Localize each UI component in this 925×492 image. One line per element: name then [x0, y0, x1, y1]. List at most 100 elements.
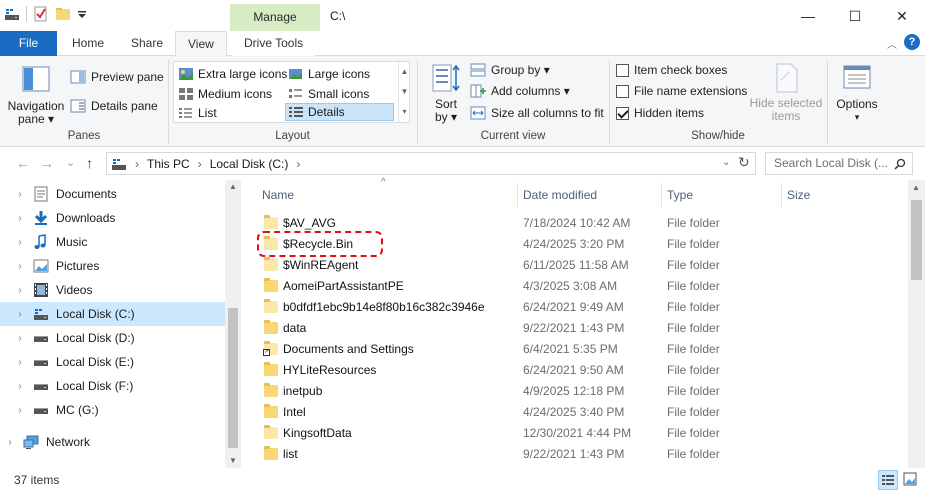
- properties-icon[interactable]: [33, 6, 49, 22]
- address-bar[interactable]: › This PC › Local Disk (C:) ›: [106, 152, 756, 175]
- minimize-ribbon-chevron-icon[interactable]: ︿: [887, 36, 897, 51]
- layout-list[interactable]: List: [178, 104, 217, 122]
- tab-share[interactable]: Share: [119, 31, 175, 56]
- scrollbar-thumb[interactable]: [228, 308, 238, 448]
- nav-item-videos[interactable]: › Videos: [0, 278, 225, 302]
- nav-item-local-disk-e[interactable]: › Local Disk (E:): [0, 350, 225, 374]
- nav-item-local-disk-f[interactable]: › Local Disk (F:): [0, 374, 225, 398]
- search-box[interactable]: Search Local Disk (...: [765, 152, 913, 175]
- preview-pane-icon: [70, 70, 86, 84]
- up-button[interactable]: ↑: [86, 155, 93, 171]
- table-row[interactable]: inetpub 4/9/2025 12:18 PM File folder: [258, 381, 908, 402]
- help-icon[interactable]: ?: [904, 34, 920, 50]
- column-header-type[interactable]: Type: [667, 188, 693, 202]
- expand-chevron-icon[interactable]: ›: [10, 333, 30, 344]
- close-button[interactable]: ✕: [879, 0, 925, 32]
- tab-home[interactable]: Home: [60, 31, 116, 56]
- expand-chevron-icon[interactable]: ›: [10, 237, 30, 248]
- large-icons-view-button[interactable]: [901, 470, 921, 490]
- table-row[interactable]: list 9/22/2021 1:43 PM File folder: [258, 444, 908, 465]
- search-placeholder: Search Local Disk (...: [774, 156, 889, 170]
- file-type: File folder: [667, 384, 720, 398]
- hide-selected-items-button[interactable]: Hide selected items: [748, 62, 824, 123]
- layout-extra-large-icons[interactable]: Extra large icons: [178, 65, 287, 83]
- address-dropdown-icon[interactable]: ⌄: [722, 157, 730, 168]
- hidden-items-toggle[interactable]: Hidden items: [616, 106, 704, 120]
- nav-item-network[interactable]: › Network: [0, 430, 225, 454]
- customize-toolbar-chevron-icon[interactable]: [77, 6, 93, 22]
- size-all-columns-button[interactable]: Size all columns to fit: [470, 106, 604, 120]
- scroll-up-icon[interactable]: ▲: [912, 183, 920, 192]
- layout-medium-icons[interactable]: Medium icons: [178, 85, 272, 103]
- manage-context-tab[interactable]: Manage: [230, 4, 320, 31]
- layout-gallery-scroll[interactable]: ▲ ▼ ▾: [398, 62, 410, 122]
- expand-chevron-icon[interactable]: ›: [10, 261, 30, 272]
- group-by-button[interactable]: Group by ▾: [470, 63, 550, 77]
- hidden-items-checkbox[interactable]: [616, 106, 629, 120]
- forward-button[interactable]: →: [40, 155, 54, 171]
- file-name-extensions-toggle[interactable]: File name extensions: [616, 84, 747, 98]
- nav-item-mc-g[interactable]: › MC (G:): [0, 398, 225, 422]
- add-columns-button[interactable]: Add columns ▾: [470, 84, 570, 98]
- expand-chevron-icon[interactable]: ›: [10, 357, 30, 368]
- layout-details[interactable]: Details: [285, 103, 394, 121]
- column-divider[interactable]: [781, 183, 782, 207]
- nav-item-local-disk-c[interactable]: › Local Disk (C:): [0, 302, 225, 326]
- item-check-boxes-toggle[interactable]: Item check boxes: [616, 63, 727, 77]
- expand-chevron-icon[interactable]: ›: [10, 213, 30, 224]
- nav-item-music[interactable]: › Music: [0, 230, 225, 254]
- expand-chevron-icon[interactable]: ›: [10, 405, 30, 416]
- table-row[interactable]: Intel 4/24/2025 3:40 PM File folder: [258, 402, 908, 423]
- drive-app-icon[interactable]: [4, 6, 20, 22]
- expand-chevron-icon[interactable]: ›: [10, 189, 30, 200]
- file-date: 4/24/2025 3:20 PM: [523, 237, 625, 251]
- column-header-name[interactable]: Name: [262, 188, 294, 202]
- table-row[interactable]: HYLiteResources 6/24/2021 9:50 AM File f…: [258, 360, 908, 381]
- maximize-button[interactable]: ☐: [832, 0, 878, 32]
- recent-locations-button[interactable]: ⌄: [66, 156, 75, 169]
- back-button[interactable]: ←: [16, 155, 30, 171]
- expand-chevron-icon[interactable]: ›: [0, 437, 20, 448]
- minimize-button[interactable]: —: [785, 0, 831, 32]
- new-folder-icon[interactable]: [55, 6, 71, 22]
- breadcrumb-local-disk-c[interactable]: Local Disk (C:): [210, 157, 289, 171]
- details-view-button[interactable]: [878, 470, 898, 490]
- column-header-size[interactable]: Size: [787, 188, 810, 202]
- breadcrumb-separator: ›: [135, 156, 139, 171]
- breadcrumb-this-pc[interactable]: This PC: [147, 157, 190, 171]
- refresh-icon[interactable]: ↻: [738, 154, 750, 171]
- column-divider[interactable]: [517, 183, 518, 207]
- details-pane-button[interactable]: Details pane: [70, 99, 158, 113]
- column-header-date-modified[interactable]: Date modified: [523, 188, 597, 202]
- options-button[interactable]: Options ▾: [832, 62, 882, 124]
- nav-item-pictures[interactable]: › Pictures: [0, 254, 225, 278]
- tab-file[interactable]: File: [0, 31, 57, 56]
- tab-view[interactable]: View: [175, 31, 227, 57]
- sort-by-button[interactable]: Sort by ▾: [426, 62, 466, 124]
- expand-chevron-icon[interactable]: ›: [10, 381, 30, 392]
- item-check-boxes-checkbox[interactable]: [616, 63, 629, 77]
- nav-item-documents[interactable]: › Documents: [0, 182, 225, 206]
- table-row[interactable]: b0dfdf1ebc9b14e8f80b16c382c3946e 6/24/20…: [258, 297, 908, 318]
- table-row[interactable]: data 9/22/2021 1:43 PM File folder: [258, 318, 908, 339]
- expand-chevron-icon[interactable]: ›: [10, 285, 30, 296]
- layout-large-icons[interactable]: Large icons: [288, 65, 370, 83]
- file-name-extensions-checkbox[interactable]: [616, 84, 629, 98]
- scrollbar-thumb[interactable]: [911, 200, 922, 280]
- nav-item-downloads[interactable]: › Downloads: [0, 206, 225, 230]
- layout-small-icons[interactable]: Small icons: [288, 85, 369, 103]
- table-row[interactable]: ↗ Documents and Settings 6/4/2021 5:35 P…: [258, 339, 908, 360]
- table-row[interactable]: $WinREAgent 6/11/2025 11:58 AM File fold…: [258, 255, 908, 276]
- nav-item-local-disk-d[interactable]: › Local Disk (D:): [0, 326, 225, 350]
- column-divider[interactable]: [661, 183, 662, 207]
- navigation-pane-scrollbar[interactable]: ▲ ▼: [225, 180, 241, 468]
- scroll-down-icon[interactable]: ▼: [229, 456, 237, 465]
- table-row[interactable]: AomeiPartAssistantPE 4/3/2025 3:08 AM Fi…: [258, 276, 908, 297]
- scroll-up-icon[interactable]: ▲: [229, 182, 237, 191]
- expand-chevron-icon[interactable]: ›: [10, 309, 30, 320]
- preview-pane-button[interactable]: Preview pane: [70, 70, 164, 84]
- tab-drive-tools[interactable]: Drive Tools: [232, 31, 316, 56]
- navigation-pane-button[interactable]: Navigation pane ▾: [6, 62, 66, 126]
- file-list-scrollbar[interactable]: ▲: [908, 180, 925, 470]
- table-row[interactable]: KingsoftData 12/30/2021 4:44 PM File fol…: [258, 423, 908, 444]
